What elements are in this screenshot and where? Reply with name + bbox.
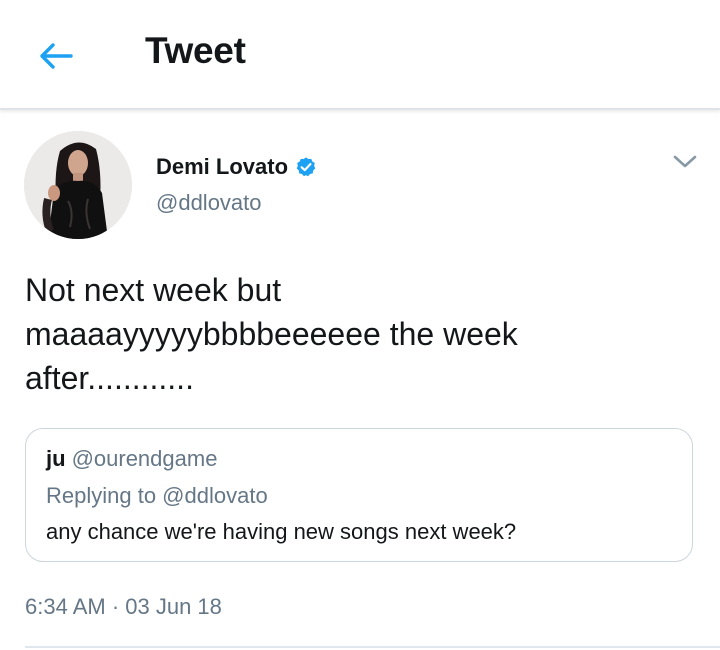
page-title: Tweet bbox=[145, 30, 246, 71]
quoted-replying-to: Replying to @ddlovato bbox=[46, 483, 268, 508]
arrow-left-icon bbox=[40, 43, 73, 69]
quoted-author-handle: @ourendgame bbox=[71, 446, 218, 471]
tweet-timestamp: 6:34 AM · 03 Jun 18 bbox=[25, 594, 222, 619]
profile-photo bbox=[24, 131, 132, 239]
quoted-author: ju @ourendgame bbox=[46, 446, 217, 472]
chevron-down-icon bbox=[673, 155, 697, 168]
top-app-bar: Tweet bbox=[0, 0, 720, 110]
quoted-author-name: ju bbox=[46, 446, 66, 471]
divider bbox=[25, 646, 720, 648]
back-button[interactable] bbox=[30, 34, 82, 78]
verified-badge-icon bbox=[295, 156, 317, 178]
tweet-detail-screen: Tweet Demi Lovato @ddlovato Not next wee… bbox=[0, 0, 720, 650]
quoted-tweet-text: any chance we're having new songs next w… bbox=[46, 519, 517, 544]
tweet-menu-button[interactable] bbox=[670, 150, 700, 174]
tweet-text: Not next week but maaaayyyyybbbbeeeeee t… bbox=[25, 272, 518, 396]
avatar[interactable] bbox=[24, 131, 132, 239]
author-name-row[interactable]: Demi Lovato bbox=[156, 154, 317, 180]
author-display-name[interactable]: Demi Lovato bbox=[156, 154, 288, 180]
quoted-tweet-card[interactable]: ju @ourendgame Replying to @ddlovato any … bbox=[25, 428, 693, 562]
author-handle[interactable]: @ddlovato bbox=[156, 190, 262, 216]
